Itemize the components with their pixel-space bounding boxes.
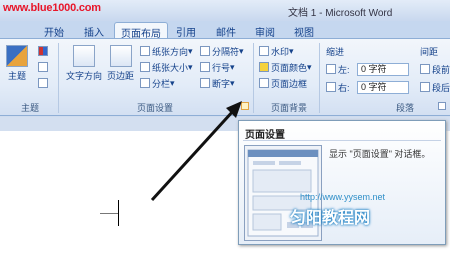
annotation-arrow (150, 101, 242, 202)
watermark-brand: 匀阳教程网 (290, 208, 371, 227)
watermark-url: http://www.yysem.net (300, 192, 386, 202)
